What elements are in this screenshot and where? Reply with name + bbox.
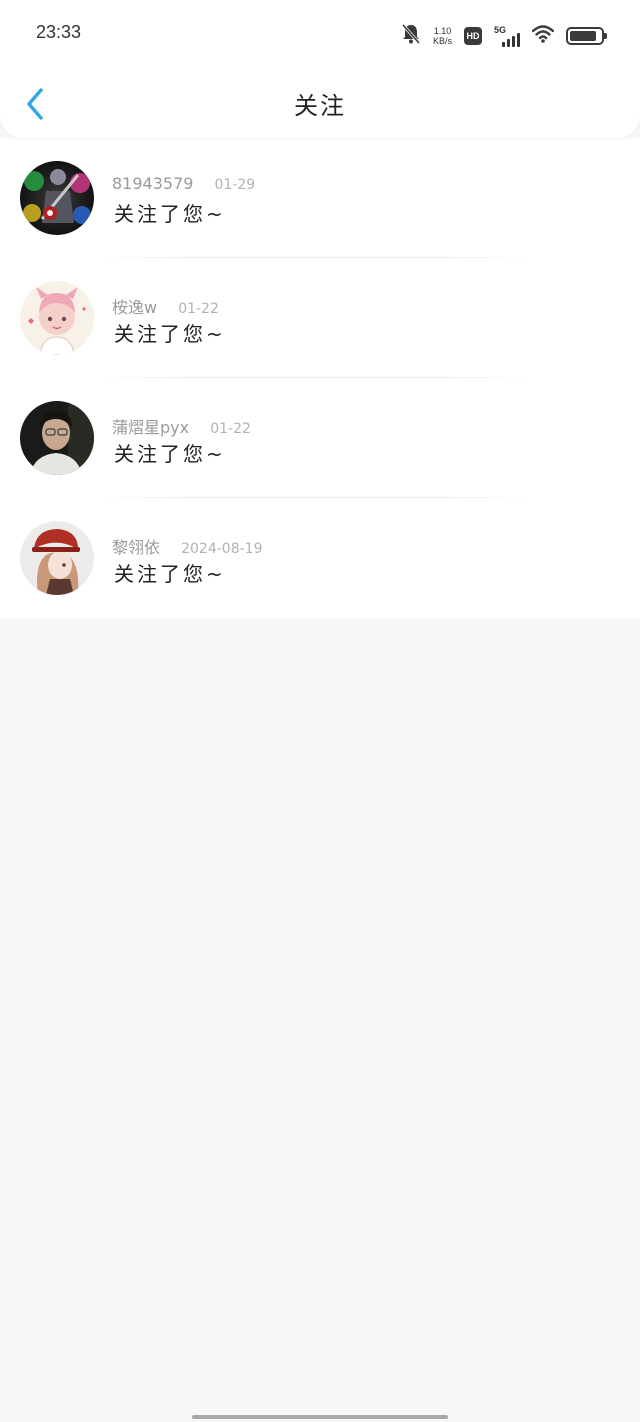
hd-badge: HD	[464, 27, 482, 45]
network-speed-value: 1.10	[433, 26, 452, 36]
wifi-icon	[531, 25, 555, 47]
notification-message: 关注了您~	[114, 202, 226, 226]
avatar[interactable]	[20, 281, 94, 355]
network-type-label: 5G	[494, 25, 507, 35]
list-item[interactable]: 蒲熠星pyx 01-22 关注了您~	[0, 378, 640, 498]
notification-meta: 81943579 01-29	[112, 174, 255, 193]
network-speed: 1.10 KB/s	[433, 26, 452, 46]
avatar[interactable]	[20, 401, 94, 475]
notification-meta: 桉逸w 01-22	[112, 294, 219, 318]
notification-message: 关注了您~	[114, 322, 226, 346]
notification-list: 81943579 01-29 关注了您~ 桉逸w 01-22 关注了您~ 蒲熠星…	[0, 138, 640, 618]
status-time: 23:33	[36, 22, 82, 42]
notification-message: 关注了您~	[114, 442, 226, 466]
notification-meta: 黎翎依 2024-08-19	[112, 534, 262, 558]
notification-date: 01-22	[178, 301, 219, 317]
nav-bar: 关注	[0, 66, 640, 138]
status-icons: 1.10 KB/s HD 5G	[401, 22, 607, 50]
notification-date: 01-29	[214, 177, 256, 193]
home-indicator[interactable]	[192, 1415, 448, 1419]
battery-icon	[566, 27, 607, 45]
notification-message: 关注了您~	[114, 562, 226, 586]
list-item[interactable]: 黎翎依 2024-08-19 关注了您~	[0, 498, 640, 618]
notification-meta: 蒲熠星pyx 01-22	[112, 414, 251, 438]
battery-level	[570, 31, 596, 41]
avatar-anime-redhat-icon	[20, 521, 94, 595]
avatar-photo-person-icon	[20, 401, 94, 475]
list-item[interactable]: 桉逸w 01-22 关注了您~	[0, 258, 640, 378]
user-name[interactable]: 81943579	[112, 174, 193, 193]
avatar-anime-pink-icon	[20, 281, 94, 355]
user-name[interactable]: 桉逸w	[112, 298, 157, 317]
notification-date: 2024-08-19	[181, 541, 263, 557]
bell-off-icon	[401, 23, 421, 49]
status-bar: 23:33 1.10 KB/s HD 5G	[0, 0, 640, 66]
page-title: 关注	[294, 92, 346, 120]
notification-date: 01-22	[210, 421, 251, 437]
user-name[interactable]: 蒲熠星pyx	[112, 418, 189, 437]
user-name[interactable]: 黎翎依	[112, 538, 160, 557]
header: 23:33 1.10 KB/s HD 5G 关注	[0, 0, 640, 138]
network-speed-unit: KB/s	[432, 36, 452, 46]
avatar[interactable]	[20, 161, 94, 235]
signal-icon: 5G	[494, 25, 520, 47]
avatar[interactable]	[20, 521, 94, 595]
list-item[interactable]: 81943579 01-29 关注了您~	[0, 138, 640, 258]
avatar-figure-guitar-icon	[20, 161, 94, 235]
